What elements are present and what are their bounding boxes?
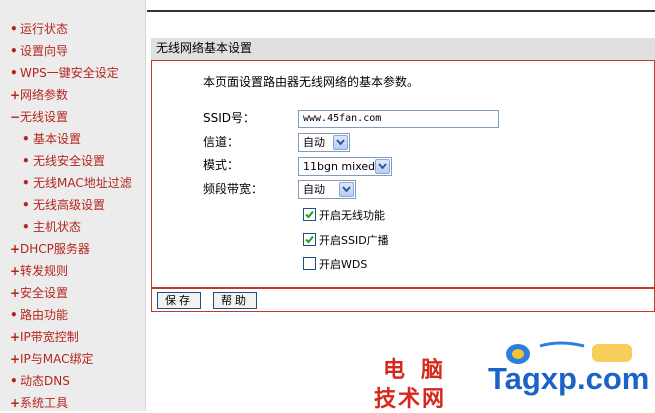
menu-item-bandwidth-control[interactable]: +IP带宽控制 [10,328,79,346]
menu-item-wireless-advanced[interactable]: • 无线高级设置 [22,196,105,214]
menu-item-label: 系统工具 [20,396,69,410]
bandwidth-label: 频段带宽： [203,182,264,196]
menu-item-setup-wizard[interactable]: • 设置向导 [10,42,68,60]
expand-icon: + [10,330,21,344]
menu-item-dhcp[interactable]: +DHCP服务器 [10,240,90,258]
menu-item-wireless-security[interactable]: • 无线安全设置 [22,152,105,170]
help-button[interactable]: 帮助 [213,292,257,309]
menu-item-label: 运行状态 [20,22,69,36]
chevron-down-icon [339,182,354,197]
channel-select[interactable]: 自动 [298,133,350,152]
menu-item-label: 无线安全设置 [33,154,106,168]
menu-item-status[interactable]: • 运行状态 [10,20,68,38]
bullet-icon: • [22,154,30,168]
bullet-icon: • [22,176,30,190]
menu-item-ip-mac-binding[interactable]: +IP与MAC绑定 [10,350,94,368]
enable-wds-checkbox[interactable] [303,257,316,270]
ssid-label: SSID号： [203,111,256,125]
menu-item-security[interactable]: +安全设置 [10,284,68,302]
chevron-down-icon [333,135,348,150]
menu-item-basic-settings[interactable]: • 基本设置 [22,130,81,148]
menu-item-routing[interactable]: • 路由功能 [10,306,68,324]
menu-item-label: 转发规则 [20,264,69,278]
panel-title: 无线网络基本设置 [151,38,655,60]
mode-value: 11bgn mixed [303,160,376,173]
menu-item-label: 安全设置 [20,286,69,300]
menu-item-network[interactable]: +网络参数 [10,86,68,104]
watermark-site: Tagxp.com [488,361,650,396]
bullet-icon: • [10,308,18,322]
collapse-icon: − [10,110,21,124]
bandwidth-value: 自动 [303,183,325,196]
menu-item-mac-filter[interactable]: • 无线MAC地址过滤 [22,174,132,192]
menu-item-label: 设置向导 [20,44,69,58]
bullet-icon: • [10,44,18,58]
intro-text: 本页面设置路由器无线网络的基本参数。 [203,75,420,89]
menu-item-label: DHCP服务器 [20,242,90,256]
menu-item-ddns[interactable]: • 动态DNS [10,372,70,390]
menu-item-label: IP与MAC绑定 [20,352,94,366]
expand-icon: + [10,286,21,300]
bandwidth-select[interactable]: 自动 [298,180,356,199]
menu-item-label: IP带宽控制 [20,330,79,344]
menu-item-label: 路由功能 [20,308,69,322]
menu-item-label: 动态DNS [20,374,70,388]
expand-icon: + [10,88,21,102]
bullet-icon: • [22,132,30,146]
mode-select[interactable]: 11bgn mixed [298,157,392,176]
enable-wds-row[interactable]: 开启WDS [303,257,367,273]
enable-wireless-label: 开启无线功能 [319,209,385,222]
channel-value: 自动 [303,136,325,149]
bullet-icon: • [10,374,18,388]
sidebar-menu: • 运行状态 • 设置向导 • WPS一键安全设定 +网络参数 −无线设置 • 基本设置… [0,0,146,411]
menu-item-host-status[interactable]: • 主机状态 [22,218,81,236]
bullet-icon: • [22,198,30,212]
expand-icon: + [10,352,21,366]
expand-icon: + [10,264,21,278]
enable-wds-label: 开启WDS [319,258,368,271]
menu-item-label: 无线高级设置 [33,198,106,212]
menu-item-system-tools[interactable]: +系统工具 [10,394,68,412]
ssid-broadcast-checkbox[interactable] [303,233,316,246]
watermark-line2: 技术网 [374,386,447,412]
menu-item-label: 基本设置 [33,132,82,146]
ssid-broadcast-label: 开启SSID广播 [319,234,389,247]
menu-item-wireless[interactable]: −无线设置 [10,108,68,126]
menu-item-label: 主机状态 [33,220,82,234]
menu-item-label: 无线MAC地址过滤 [33,176,132,190]
bullet-icon: • [22,220,30,234]
bullet-icon: • [10,66,18,80]
menu-item-label: 网络参数 [20,88,69,102]
top-divider [147,10,655,12]
expand-icon: + [10,396,21,410]
menu-item-wps[interactable]: • WPS一键安全设定 [10,64,119,82]
enable-wireless-checkbox[interactable] [303,208,316,221]
mode-label: 模式： [203,158,240,172]
bullet-icon: • [10,22,18,36]
menu-item-label: WPS一键安全设定 [20,66,119,80]
enable-wireless-row[interactable]: 开启无线功能 [303,208,385,224]
chevron-down-icon [375,159,390,174]
save-button[interactable]: 保存 [157,292,201,309]
ssid-input[interactable]: www.45fan.com [298,110,499,128]
ssid-broadcast-row[interactable]: 开启SSID广播 [303,233,389,249]
channel-label: 信道： [203,135,240,149]
menu-item-forwarding[interactable]: +转发规则 [10,262,68,280]
expand-icon: + [10,242,21,256]
watermark-line1: 电脑 [383,357,460,383]
menu-item-label: 无线设置 [20,110,69,124]
